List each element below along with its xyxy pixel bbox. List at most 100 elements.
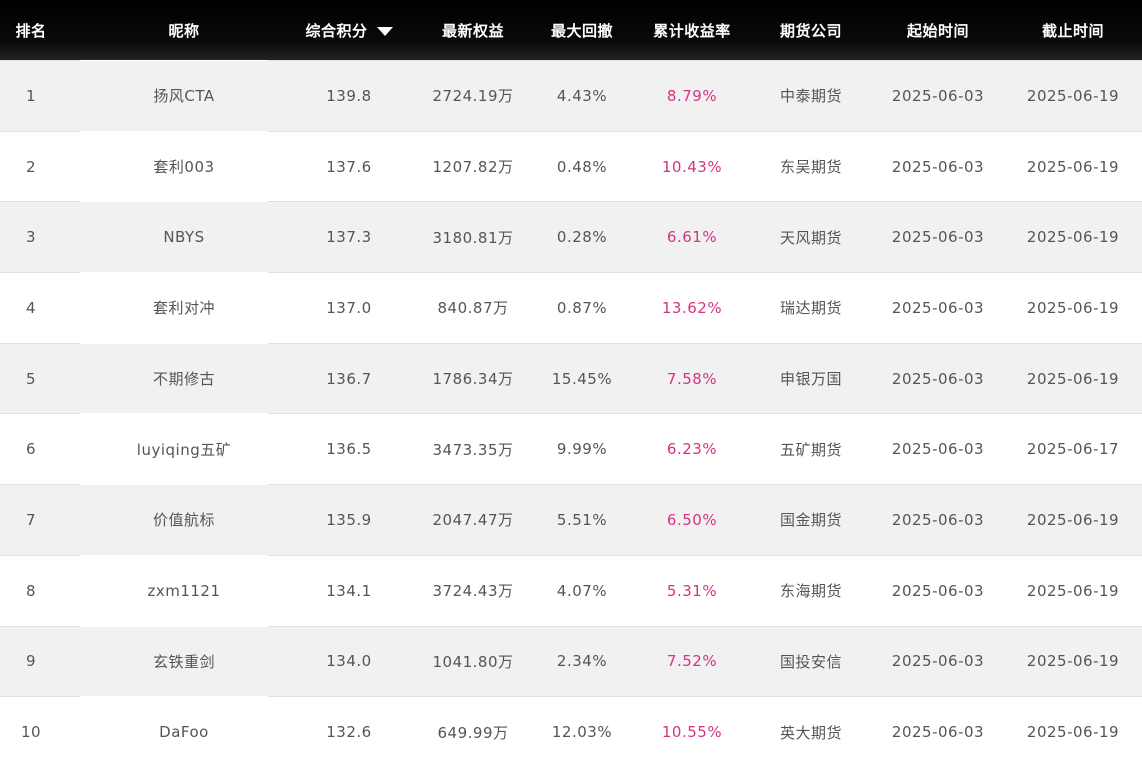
rank-cell: 9 (25, 652, 37, 671)
column-header-equity[interactable]: 最新权益 (410, 0, 536, 60)
start-date-cell: 2025-06-03 (891, 298, 985, 317)
sort-descending-icon[interactable] (376, 26, 393, 36)
end-date-cell: 2025-06-19 (1026, 581, 1120, 600)
end-date-cell: 2025-06-19 (1026, 157, 1120, 176)
end-date-cell: 2025-06-19 (1026, 723, 1120, 742)
rank-cell: 4 (25, 298, 37, 317)
return-cell: 8.79% (666, 86, 718, 105)
table-row[interactable]: 10 DaFoo 132.6 649.99万 12.03% 10.55% 英大期货 2025-… (0, 696, 1142, 767)
score-cell: 134.0 (326, 652, 372, 671)
score-cell: 135.9 (326, 510, 372, 529)
column-header-rank[interactable]: 排名 (0, 0, 62, 60)
equity-cell: 3180.81万 (432, 228, 514, 247)
drawdown-cell: 12.03% (551, 723, 613, 742)
start-date-cell: 2025-06-03 (891, 510, 985, 529)
company-cell: 东海期货 (779, 582, 842, 601)
company-cell: 东吴期货 (779, 158, 842, 177)
score-cell: 136.5 (326, 440, 372, 459)
return-cell: 7.58% (666, 369, 718, 388)
drawdown-cell: 4.07% (556, 581, 608, 600)
end-date-cell: 2025-06-19 (1026, 298, 1120, 317)
end-date-cell: 2025-06-19 (1026, 369, 1120, 388)
score-cell: 132.6 (326, 723, 372, 742)
column-header-return[interactable]: 累计收益率 (634, 0, 750, 60)
company-cell: 五矿期货 (779, 440, 842, 459)
equity-cell: 2047.47万 (432, 511, 514, 530)
rank-cell: 6 (25, 440, 37, 459)
return-cell: 5.31% (666, 581, 718, 600)
start-date-cell: 2025-06-03 (891, 369, 985, 388)
return-cell: 6.61% (666, 228, 718, 247)
equity-cell: 649.99万 (437, 723, 509, 742)
rank-cell: 10 (20, 723, 42, 742)
table-row[interactable]: 9 玄铁重剑 134.0 1041.80万 2.34% 7.52% 国投安信 2025-06-… (0, 625, 1142, 697)
table-row[interactable]: 6 luyiqing五矿 136.5 3473.35万 9.99% 6.23% 五矿期货 20… (0, 413, 1142, 485)
column-header-score-label: 综合积分 (305, 21, 368, 40)
company-cell: 英大期货 (779, 723, 842, 742)
nickname-cell: 不期修古 (152, 370, 215, 389)
company-cell: 申银万国 (779, 370, 842, 389)
table-row[interactable]: 7 价值航标 135.9 2047.47万 5.51% 6.50% 国金期货 2025-06-… (0, 484, 1142, 555)
return-cell: 10.55% (661, 723, 723, 742)
rank-cell: 5 (25, 369, 37, 388)
score-cell: 137.3 (326, 228, 372, 247)
drawdown-cell: 5.51% (556, 510, 608, 529)
drawdown-cell: 0.28% (556, 228, 608, 247)
end-date-cell: 2025-06-19 (1026, 652, 1120, 671)
rank-cell: 3 (25, 228, 37, 247)
nickname-cell: DaFoo (159, 723, 209, 742)
company-cell: 中泰期货 (779, 87, 842, 106)
table-row[interactable]: 2 套利003 137.6 1207.82万 0.48% 10.43% 东吴期货 2025-0… (0, 130, 1142, 202)
return-cell: 13.62% (661, 298, 723, 317)
nickname-cell: zxm1121 (147, 581, 221, 600)
drawdown-cell: 0.87% (556, 298, 608, 317)
nickname-cell: 扬风CTA (153, 87, 215, 106)
return-cell: 7.52% (666, 652, 718, 671)
equity-cell: 1786.34万 (432, 370, 514, 389)
return-cell: 10.43% (661, 157, 723, 176)
nickname-cell: 套利003 (153, 158, 215, 177)
column-header-end[interactable]: 截止时间 (1004, 0, 1142, 60)
table-row[interactable]: 4 套利对冲 137.0 840.87万 0.87% 13.62% 瑞达期货 2025-06-… (0, 272, 1142, 343)
score-cell: 137.0 (326, 298, 372, 317)
table-header: 排名 昵称 综合积分 最新权益 最大回撤 累计收益率 期货公司 起始时间 截止时… (0, 0, 1142, 60)
equity-cell: 840.87万 (437, 299, 509, 318)
rank-cell: 1 (25, 86, 37, 105)
column-header-start[interactable]: 起始时间 (872, 0, 1004, 60)
column-header-score[interactable]: 综合积分 (288, 0, 410, 60)
start-date-cell: 2025-06-03 (891, 157, 985, 176)
end-date-cell: 2025-06-19 (1026, 228, 1120, 247)
start-date-cell: 2025-06-03 (891, 723, 985, 742)
return-cell: 6.50% (666, 510, 718, 529)
end-date-cell: 2025-06-19 (1026, 86, 1120, 105)
company-cell: 国金期货 (779, 511, 842, 530)
company-cell: 天风期货 (779, 228, 842, 247)
equity-cell: 1041.80万 (432, 652, 514, 671)
end-date-cell: 2025-06-19 (1026, 510, 1120, 529)
nickname-cell: luyiqing五矿 (136, 440, 232, 459)
drawdown-cell: 4.43% (556, 86, 608, 105)
column-header-name[interactable]: 昵称 (80, 0, 288, 60)
equity-cell: 2724.19万 (432, 87, 514, 106)
score-cell: 139.8 (326, 86, 372, 105)
column-header-drawdown[interactable]: 最大回撤 (530, 0, 634, 60)
nickname-cell: NBYS (163, 228, 205, 247)
drawdown-cell: 9.99% (556, 440, 608, 459)
table-row[interactable]: 3 NBYS 137.3 3180.81万 0.28% 6.61% 天风期货 2025-06-… (0, 201, 1142, 273)
return-cell: 6.23% (666, 440, 718, 459)
start-date-cell: 2025-06-03 (891, 228, 985, 247)
rank-cell: 7 (25, 510, 37, 529)
start-date-cell: 2025-06-03 (891, 86, 985, 105)
company-cell: 瑞达期货 (779, 299, 842, 318)
score-cell: 134.1 (326, 581, 372, 600)
rank-cell: 2 (25, 157, 37, 176)
table-row[interactable]: 1 扬风CTA 139.8 2724.19万 4.43% 8.79% 中泰期货 2025-06… (0, 60, 1142, 131)
start-date-cell: 2025-06-03 (891, 581, 985, 600)
equity-cell: 3473.35万 (432, 440, 514, 459)
score-cell: 137.6 (326, 157, 372, 176)
score-cell: 136.7 (326, 369, 372, 388)
column-header-company[interactable]: 期货公司 (750, 0, 872, 60)
table-row[interactable]: 8 zxm1121 134.1 3724.43万 4.07% 5.31% 东海期货 2025-… (0, 554, 1142, 626)
ranking-table: 排名 昵称 综合积分 最新权益 最大回撤 累计收益率 期货公司 起始时间 截止时… (0, 0, 1142, 767)
table-row[interactable]: 5 不期修古 136.7 1786.34万 15.45% 7.58% 申银万国 2025-06… (0, 342, 1142, 414)
